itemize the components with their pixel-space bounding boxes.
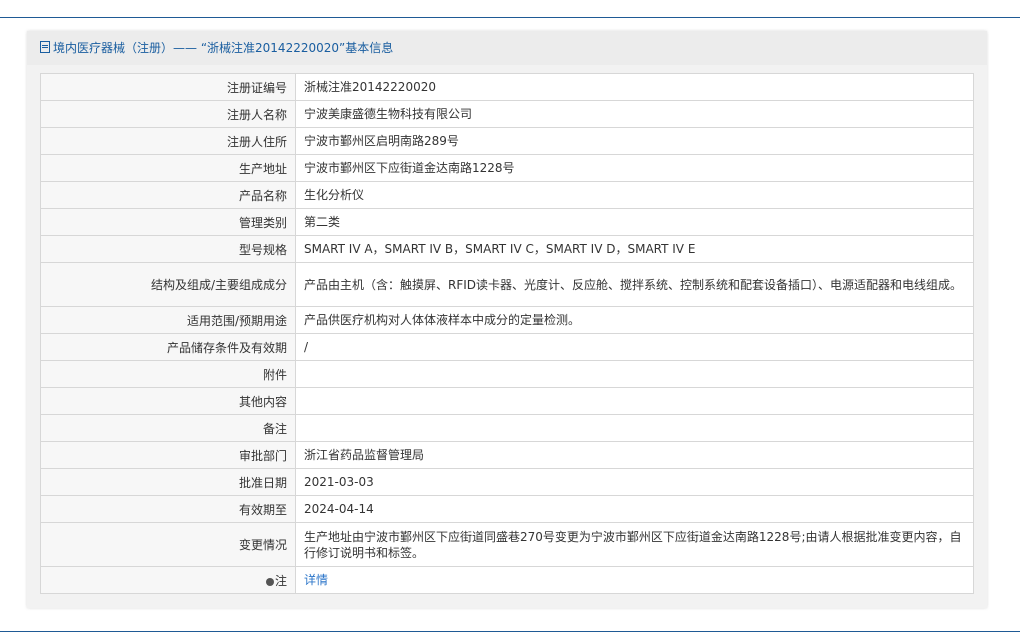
- row-value: 浙械注准20142220020: [295, 73, 974, 101]
- table-row: 其他内容: [40, 387, 974, 415]
- row-value: [295, 414, 974, 442]
- table-row: 产品储存条件及有效期 /: [40, 333, 974, 361]
- row-value: 2021-03-03: [295, 468, 974, 496]
- row-label: 适用范围/预期用途: [40, 306, 296, 334]
- row-label: 注册人住所: [40, 127, 296, 155]
- document-icon: [40, 41, 50, 53]
- row-label: 备注: [40, 414, 296, 442]
- row-label: 管理类别: [40, 208, 296, 236]
- info-panel: 境内医疗器械（注册）—— “浙械注准20142220020”基本信息 注册证编号…: [27, 31, 987, 608]
- row-label: 批准日期: [40, 468, 296, 496]
- row-value: [295, 387, 974, 415]
- row-label: 产品储存条件及有效期: [40, 333, 296, 361]
- table-row: 审批部门 浙江省药品监督管理局: [40, 441, 974, 469]
- page-title: 境内医疗器械（注册）—— “浙械注准20142220020”基本信息: [53, 41, 394, 55]
- row-label: 产品名称: [40, 181, 296, 209]
- row-value: 生化分析仪: [295, 181, 974, 209]
- table-row: 注 详情: [40, 566, 974, 594]
- row-value: 产品供医疗机构对人体体液样本中成分的定量检测。: [295, 306, 974, 334]
- row-label: 注: [274, 573, 287, 588]
- info-table: 注册证编号 浙械注准20142220020 注册人名称 宁波美康盛德生物科技有限公司…: [40, 73, 974, 594]
- row-label: 其他内容: [40, 387, 296, 415]
- row-value: /: [295, 333, 974, 361]
- top-divider: [0, 17, 1020, 18]
- row-value: 产品由主机（含：触摸屏、RFID读卡器、光度计、反应舱、搅拌系统、控制系统和配套…: [295, 262, 974, 307]
- details-link[interactable]: 详情: [304, 573, 328, 587]
- row-value: 浙江省药品监督管理局: [295, 441, 974, 469]
- table-row: 结构及组成/主要组成成分 产品由主机（含：触摸屏、RFID读卡器、光度计、反应舱、…: [40, 262, 974, 307]
- row-label: 注册证编号: [40, 73, 296, 101]
- table-row: 管理类别 第二类: [40, 208, 974, 236]
- row-label: 变更情况: [40, 522, 296, 567]
- bulb-icon: [265, 577, 274, 586]
- table-row: 注册人住所 宁波市鄞州区启明南路289号: [40, 127, 974, 155]
- row-value: 详情: [295, 566, 974, 594]
- table-row: 型号规格 SMART IV A，SMART IV B，SMART IV C，SMA…: [40, 235, 974, 263]
- table-row: 附件: [40, 360, 974, 388]
- row-label: 结构及组成/主要组成成分: [40, 262, 296, 307]
- bottom-divider: [0, 631, 1020, 632]
- row-label: 生产地址: [40, 154, 296, 182]
- row-value: 宁波市鄞州区下应街道金达南路1228号: [295, 154, 974, 182]
- row-value: SMART IV A，SMART IV B，SMART IV C，SMART I…: [295, 235, 974, 263]
- row-value: [295, 360, 974, 388]
- note-label-cell: 注: [40, 566, 296, 594]
- row-label: 型号规格: [40, 235, 296, 263]
- table-row: 变更情况 生产地址由宁波市鄞州区下应街道同盛巷270号变更为宁波市鄞州区下应街道金…: [40, 522, 974, 567]
- table-row: 产品名称 生化分析仪: [40, 181, 974, 209]
- row-value: 宁波美康盛德生物科技有限公司: [295, 100, 974, 128]
- table-row: 适用范围/预期用途 产品供医疗机构对人体体液样本中成分的定量检测。: [40, 306, 974, 334]
- table-row: 有效期至 2024-04-14: [40, 495, 974, 523]
- row-label: 有效期至: [40, 495, 296, 523]
- row-value: 2024-04-14: [295, 495, 974, 523]
- table-row: 生产地址 宁波市鄞州区下应街道金达南路1228号: [40, 154, 974, 182]
- panel-header: 境内医疗器械（注册）—— “浙械注准20142220020”基本信息: [27, 31, 987, 65]
- row-label: 注册人名称: [40, 100, 296, 128]
- table-row: 注册证编号 浙械注准20142220020: [40, 73, 974, 101]
- row-value: 生产地址由宁波市鄞州区下应街道同盛巷270号变更为宁波市鄞州区下应街道金达南路1…: [295, 522, 974, 567]
- table-row: 批准日期 2021-03-03: [40, 468, 974, 496]
- table-row: 备注: [40, 414, 974, 442]
- table-row: 注册人名称 宁波美康盛德生物科技有限公司: [40, 100, 974, 128]
- row-value: 宁波市鄞州区启明南路289号: [295, 127, 974, 155]
- row-label: 附件: [40, 360, 296, 388]
- row-value: 第二类: [295, 208, 974, 236]
- row-label: 审批部门: [40, 441, 296, 469]
- info-table-wrapper: 注册证编号 浙械注准20142220020 注册人名称 宁波美康盛德生物科技有限公司…: [40, 73, 974, 594]
